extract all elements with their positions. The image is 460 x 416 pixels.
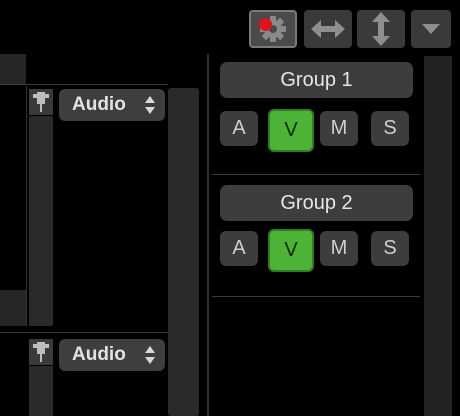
pin-icon <box>32 92 50 112</box>
track-type-select[interactable]: Audio <box>59 89 165 121</box>
groups-scrollbar[interactable] <box>424 56 452 416</box>
group-2-mute-button[interactable]: M <box>320 231 358 266</box>
panel-separator <box>207 54 209 416</box>
notification-dot-icon <box>259 18 272 31</box>
track-header-strip <box>0 54 26 84</box>
track-divider <box>0 84 168 85</box>
track-pin-button[interactable] <box>29 89 53 115</box>
chevron-down-icon <box>421 23 441 35</box>
up-down-arrows-icon <box>144 345 156 365</box>
track-level-slider[interactable] <box>29 366 53 416</box>
group-1-audio-button[interactable]: A <box>220 111 258 146</box>
group-1-video-button[interactable]: V <box>268 109 314 152</box>
group-2-solo-button[interactable]: S <box>371 231 409 266</box>
track-footer-strip <box>0 290 26 326</box>
vertical-resize-arrows-icon <box>371 12 391 46</box>
menu-dropdown-button[interactable] <box>411 10 451 48</box>
track-type-select[interactable]: Audio <box>59 339 165 371</box>
group-2-title[interactable]: Group 2 <box>220 185 413 221</box>
track-type-value: Audio <box>72 94 126 115</box>
group-1-mute-button[interactable]: M <box>320 111 358 146</box>
track-edge <box>26 86 27 326</box>
group-divider <box>212 296 420 297</box>
track-level-slider[interactable] <box>29 116 53 326</box>
group-2-audio-button[interactable]: A <box>220 231 258 266</box>
group-1-solo-button[interactable]: S <box>371 111 409 146</box>
track-type-value: Audio <box>72 344 126 365</box>
fit-horizontal-button[interactable] <box>304 10 352 48</box>
fit-vertical-button[interactable] <box>357 10 405 48</box>
timeline-scrollbar[interactable] <box>168 88 199 416</box>
pin-icon <box>32 342 50 362</box>
track-divider <box>0 332 168 333</box>
group-2-video-button[interactable]: V <box>268 229 314 272</box>
settings-button[interactable] <box>249 10 297 48</box>
up-down-arrows-icon <box>144 95 156 115</box>
track-pin-button[interactable] <box>29 339 53 365</box>
horizontal-resize-arrows-icon <box>311 19 345 39</box>
group-divider <box>212 174 420 175</box>
group-1-title[interactable]: Group 1 <box>220 62 413 98</box>
